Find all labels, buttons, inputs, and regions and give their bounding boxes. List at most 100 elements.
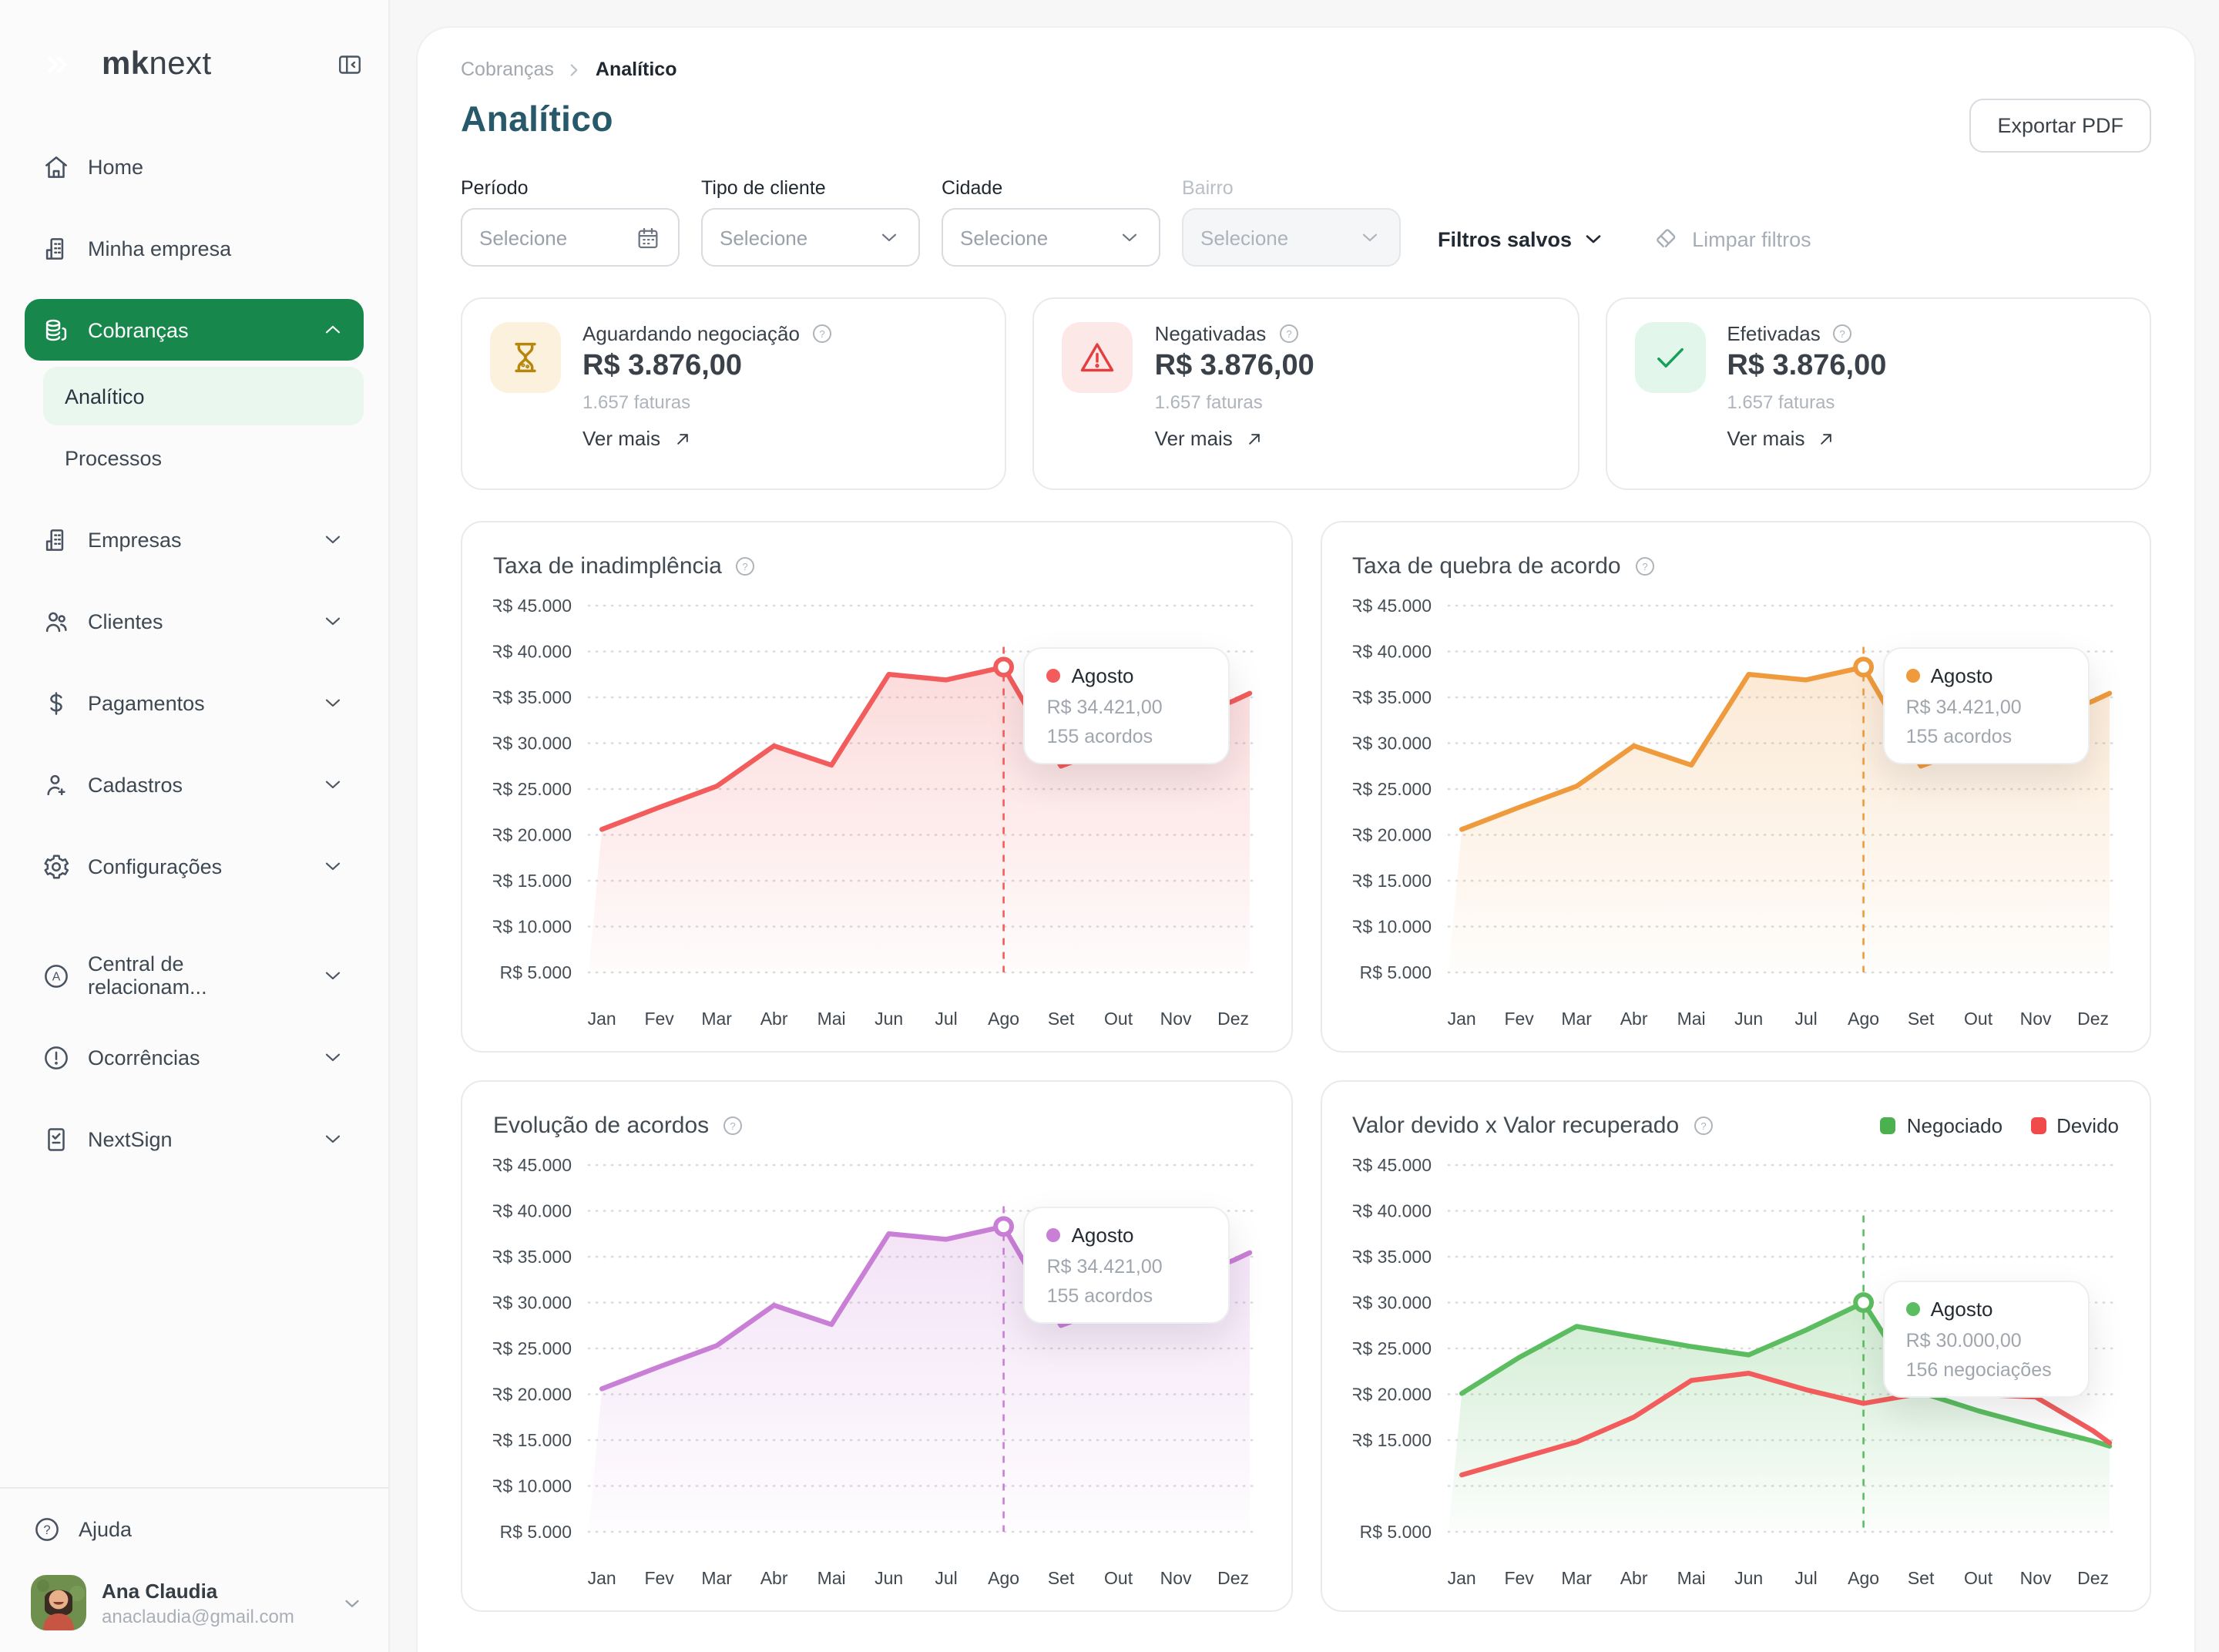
svg-text:Jul: Jul — [1794, 1009, 1816, 1029]
help-icon[interactable]: ? — [811, 322, 834, 345]
svg-text:Jun: Jun — [1734, 1568, 1762, 1588]
svg-text:?: ? — [42, 1522, 49, 1536]
see-more-label: Ver mais — [582, 427, 660, 450]
svg-text:R$ 10.000: R$ 10.000 — [493, 917, 572, 937]
breadcrumb-parent[interactable]: Cobranças — [461, 59, 554, 80]
sidebar-item-1[interactable]: Minha empresa — [25, 217, 364, 279]
help-circle-icon: ? — [31, 1513, 62, 1544]
register-icon — [40, 769, 71, 800]
calendar-icon — [635, 224, 661, 250]
sidebar-item-3[interactable]: Empresas — [25, 509, 364, 570]
help-icon[interactable]: ? — [1691, 1113, 1714, 1137]
svg-text:?: ? — [730, 1120, 736, 1131]
logo-row: mknext — [0, 37, 388, 92]
filter-placeholder: Selecione — [479, 226, 567, 249]
help-icon[interactable]: ? — [1633, 554, 1657, 577]
kpi-see-more-link[interactable]: Ver mais — [582, 427, 834, 450]
sidebar-item-help[interactable]: ? Ajuda — [31, 1513, 364, 1544]
filter-select[interactable]: Selecione — [701, 208, 920, 267]
svg-text:Ago: Ago — [988, 1009, 1019, 1029]
chart-card-1: Taxa de quebra de acordo ? R$ 45.000R$ 4… — [1320, 521, 2151, 1053]
svg-text:Jul: Jul — [935, 1568, 957, 1588]
help-icon[interactable]: ? — [1277, 322, 1300, 345]
chart-card-3: Valor devido x Valor recuperado ? Negoci… — [1320, 1080, 2151, 1612]
kpi-see-more-link[interactable]: Ver mais — [1727, 427, 1886, 450]
svg-text:Fev: Fev — [1503, 1009, 1533, 1029]
tooltip-dot — [1906, 1303, 1920, 1317]
chart-head: Taxa de quebra de acordo ? — [1352, 547, 2119, 584]
sidebar-item-6[interactable]: Cadastros — [25, 754, 364, 815]
svg-text:R$ 25.000: R$ 25.000 — [1352, 779, 1431, 799]
svg-text:R$ 35.000: R$ 35.000 — [493, 687, 572, 707]
sidebar-collapse-icon[interactable] — [336, 51, 364, 79]
svg-text:Set: Set — [1048, 1009, 1075, 1029]
filter-select: Selecione — [1182, 208, 1401, 267]
sidebar-item-9[interactable]: Ocorrências — [25, 1026, 364, 1088]
svg-text:Fev: Fev — [644, 1568, 674, 1588]
filter-placeholder: Selecione — [720, 226, 807, 249]
svg-text:Jun: Jun — [875, 1009, 903, 1029]
filter-label: Período — [461, 177, 680, 199]
chart-title: Valor devido x Valor recuperado — [1352, 1112, 1679, 1138]
tooltip-dot — [1047, 669, 1061, 683]
svg-text:Abr: Abr — [1620, 1568, 1647, 1588]
sidebar-footer: ? Ajuda — [0, 1487, 388, 1652]
svg-text:Jan: Jan — [588, 1009, 616, 1029]
svg-text:Nov: Nov — [1160, 1568, 1192, 1588]
kpi-card-0: Aguardando negociação ? R$ 3.876,00 1.65… — [461, 297, 1007, 490]
chart-title: Taxa de inadimplência — [493, 552, 722, 579]
building-icon — [40, 524, 71, 555]
chart-body: R$ 45.000R$ 40.000R$ 35.000R$ 30.000R$ 2… — [1352, 584, 2119, 1053]
chevron-down-icon — [317, 960, 348, 991]
clear-filters-button[interactable]: Limpar filtros — [1652, 225, 1811, 253]
svg-text:R$ 30.000: R$ 30.000 — [493, 734, 572, 754]
sidebar-item-label: Home — [88, 155, 143, 178]
sidebar-subitem[interactable]: Analítico — [43, 367, 364, 425]
clients-icon — [40, 606, 71, 636]
svg-text:Out: Out — [1963, 1568, 1992, 1588]
sidebar-item-10[interactable]: NextSign — [25, 1108, 364, 1170]
svg-text:R$ 35.000: R$ 35.000 — [493, 1247, 572, 1267]
filter-select[interactable]: Selecione — [942, 208, 1160, 267]
svg-text:Mai: Mai — [1677, 1009, 1705, 1029]
help-icon[interactable]: ? — [734, 554, 757, 577]
kpi-see-more-link[interactable]: Ver mais — [1155, 427, 1314, 450]
sidebar-item-8[interactable]: ACentral de relacionam... — [25, 945, 364, 1006]
kpi-label: Negativadas — [1155, 322, 1267, 345]
breadcrumb-current: Analítico — [596, 59, 677, 80]
charts-grid: Taxa de inadimplência ? R$ 45.000R$ 40.0… — [461, 521, 2151, 1612]
sidebar-item-7[interactable]: Configurações — [25, 835, 364, 897]
sidebar-subitem[interactable]: Processos — [43, 428, 364, 487]
chart-card-0: Taxa de inadimplência ? R$ 45.000R$ 40.0… — [461, 521, 1292, 1053]
chart-tooltip: Agosto R$ 34.421,00 155 acordos — [1024, 647, 1230, 764]
filter-field-1: Tipo de cliente Selecione — [701, 177, 920, 267]
filter-select[interactable]: Selecione — [461, 208, 680, 267]
svg-text:R$ 15.000: R$ 15.000 — [1352, 871, 1431, 891]
nextsign-icon — [40, 1123, 71, 1154]
filter-field-3: Bairro Selecione — [1182, 177, 1401, 267]
export-pdf-button[interactable]: Exportar PDF — [1969, 99, 2151, 153]
main-area: Cobranças Analítico Analítico Exportar P… — [390, 0, 2219, 1652]
help-icon[interactable]: ? — [721, 1113, 744, 1137]
kpi-value: R$ 3.876,00 — [1727, 350, 1886, 384]
tooltip-value: R$ 34.421,00 — [1047, 697, 1207, 718]
filter-field-2: Cidade Selecione — [942, 177, 1160, 267]
sidebar-item-2[interactable]: Cobranças — [25, 299, 364, 361]
kpi-subtext: 1.657 faturas — [1155, 391, 1314, 413]
title-row: Analítico Exportar PDF — [461, 99, 2151, 153]
chevron-down-icon — [317, 606, 348, 636]
sidebar-item-4[interactable]: Clientes — [25, 590, 364, 652]
svg-text:Jan: Jan — [1447, 1568, 1475, 1588]
sidebar-item-0[interactable]: Home — [25, 136, 364, 197]
saved-filters-button[interactable]: Filtros salvos — [1438, 227, 1606, 251]
kpi-icon-box — [1063, 322, 1133, 393]
chart-head: Valor devido x Valor recuperado ? Negoci… — [1352, 1106, 2119, 1143]
sidebar-item-label: Cadastros — [88, 773, 183, 796]
help-icon[interactable]: ? — [1831, 322, 1855, 345]
kpi-row: Aguardando negociação ? R$ 3.876,00 1.65… — [461, 297, 2151, 490]
svg-text:R$ 40.000: R$ 40.000 — [493, 642, 572, 662]
user-profile[interactable]: Ana Claudia anaclaudia@gmail.com — [31, 1575, 364, 1630]
chart-body: R$ 45.000R$ 40.000R$ 35.000R$ 30.000R$ 2… — [493, 1143, 1260, 1612]
svg-text:R$ 5.000: R$ 5.000 — [500, 962, 572, 982]
sidebar-item-5[interactable]: Pagamentos — [25, 672, 364, 734]
